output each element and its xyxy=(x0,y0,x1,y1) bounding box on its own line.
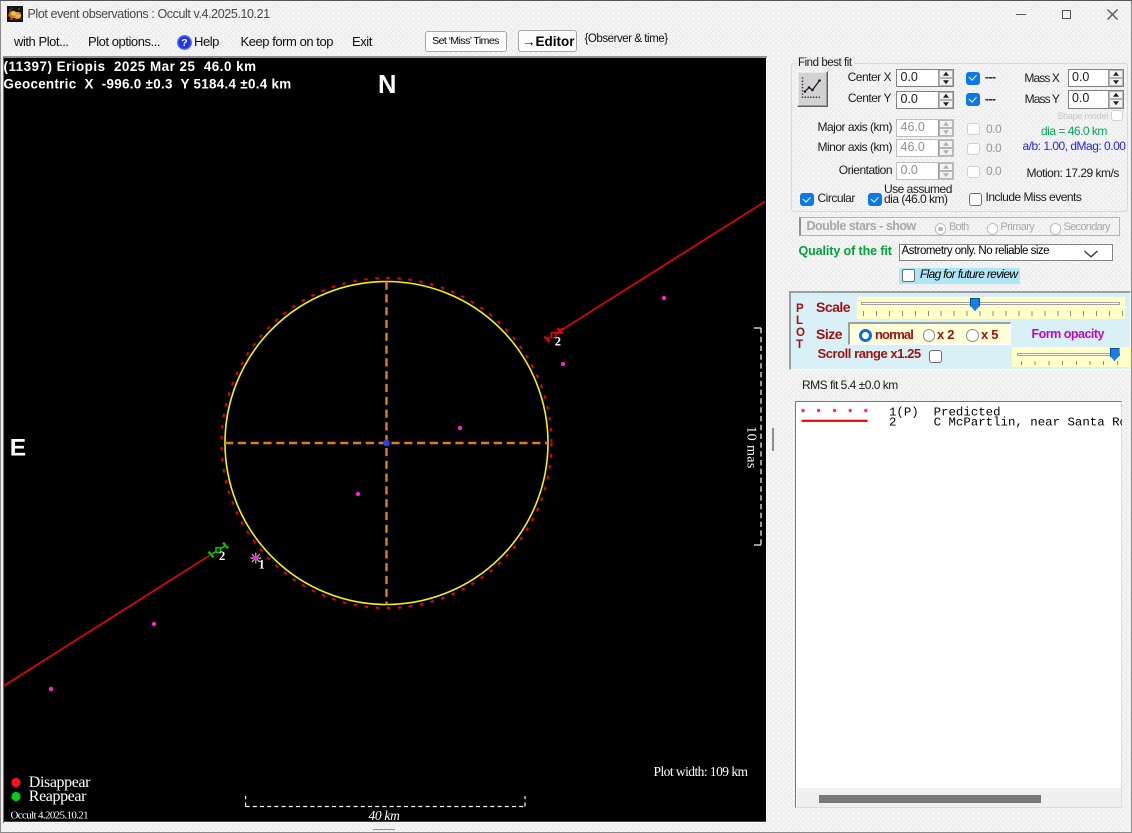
svg-text:N: N xyxy=(378,71,396,99)
svg-text:40 km: 40 km xyxy=(368,808,400,823)
svg-text:2: 2 xyxy=(555,335,561,349)
svg-text:2 C McPartlin, near Santa: 2 C McPartlin, near Santa Ros xyxy=(889,416,1122,430)
svg-text:(11397) Eriopis 2025 Mar 25: (11397) Eriopis 2025 Mar 25 46.0 km xyxy=(4,59,257,74)
svg-text:Occult 4.2025.10.21: Occult 4.2025.10.21 xyxy=(11,810,89,822)
svg-text:1: 1 xyxy=(259,558,265,572)
svg-text:Geocentric X -996.0 ±0.3 Y: Geocentric X -996.0 ±0.3 Y 5184.4 ±0.4 k… xyxy=(4,77,292,92)
svg-text:Plot width: 109 km: Plot width: 109 km xyxy=(654,764,749,779)
svg-text:10 mas: 10 mas xyxy=(744,426,759,468)
svg-text:?: ? xyxy=(181,37,187,49)
svg-text:Reappear: Reappear xyxy=(29,788,87,805)
svg-text:2: 2 xyxy=(219,549,225,563)
svg-text:E: E xyxy=(10,435,26,462)
